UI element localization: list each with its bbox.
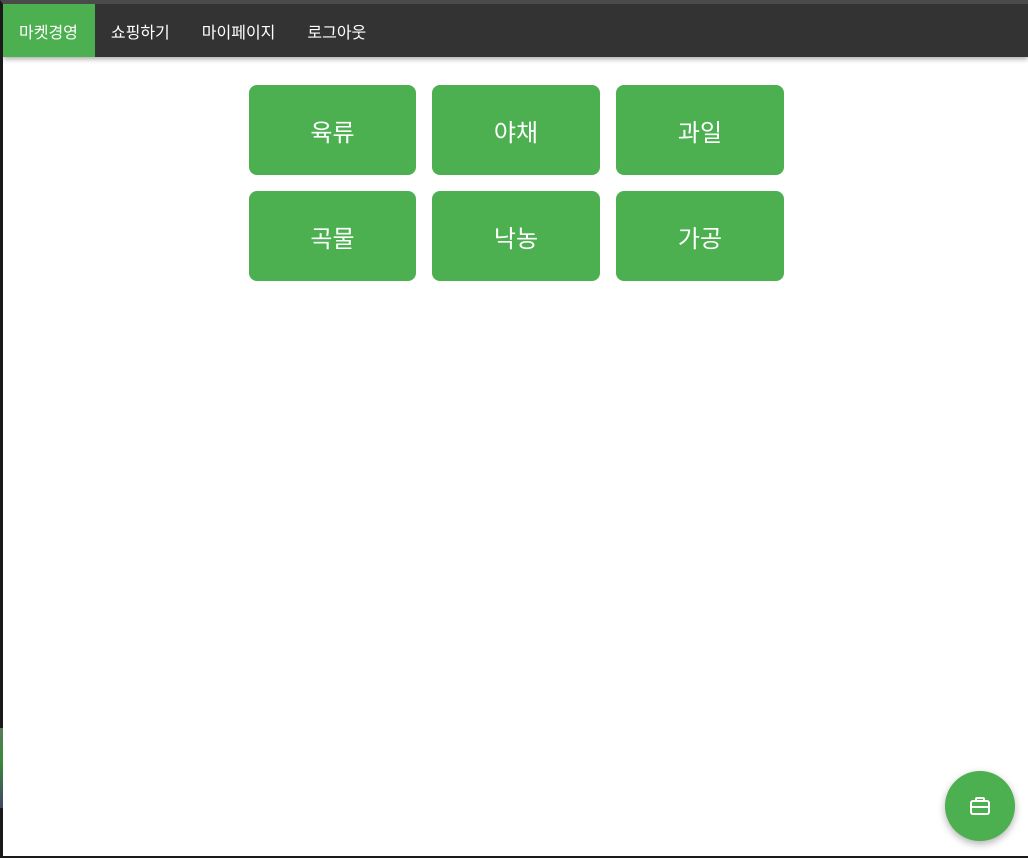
category-button-meat[interactable]: 육류: [249, 85, 416, 175]
floating-action-button[interactable]: [945, 771, 1015, 841]
category-button-dairy[interactable]: 낙농: [432, 191, 600, 281]
nav-item-market-management[interactable]: 마켓경영: [3, 4, 95, 57]
category-label: 과일: [677, 118, 723, 147]
nav-item-label: 쇼핑하기: [110, 22, 170, 42]
briefcase-icon: [968, 794, 992, 818]
top-navbar: 마켓경영 쇼핑하기 마이페이지 로그아웃: [3, 4, 1028, 57]
category-label: 낙농: [493, 224, 539, 253]
category-button-vegetables[interactable]: 야채: [432, 85, 600, 175]
category-grid: 육류 야채 과일 곡물 낙농 가공: [249, 85, 784, 281]
category-label: 곡물: [310, 224, 355, 253]
category-button-fruit[interactable]: 과일: [616, 85, 784, 175]
category-button-processed[interactable]: 가공: [616, 191, 784, 281]
nav-item-my-page[interactable]: 마이페이지: [186, 4, 292, 57]
nav-item-logout[interactable]: 로그아웃: [291, 4, 382, 57]
nav-item-label: 로그아웃: [307, 22, 367, 42]
nav-item-shopping[interactable]: 쇼핑하기: [95, 4, 186, 57]
category-label: 가공: [677, 224, 723, 253]
left-edge-strip: [0, 728, 3, 808]
app-window: 마켓경영 쇼핑하기 마이페이지 로그아웃 육류 야채 과일 곡물 낙농 가공: [0, 0, 1028, 858]
category-label: 육류: [310, 118, 355, 147]
category-button-grains[interactable]: 곡물: [249, 191, 416, 281]
nav-item-label: 마이페이지: [201, 22, 276, 42]
category-label: 야채: [493, 118, 539, 147]
nav-item-label: 마켓경영: [19, 22, 78, 42]
